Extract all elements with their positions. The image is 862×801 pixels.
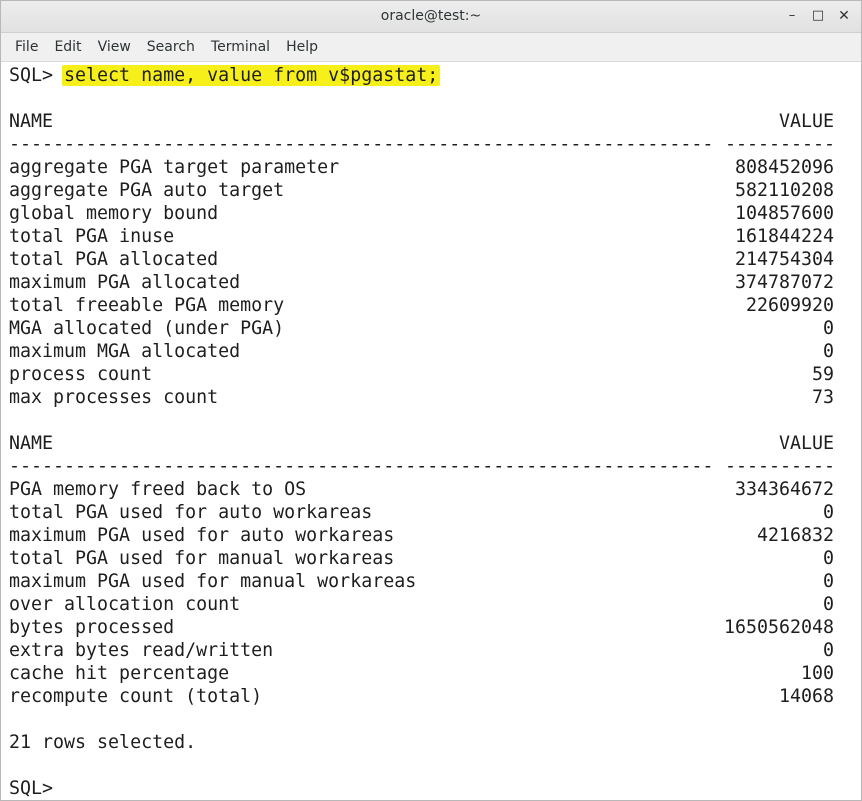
row-value: 0 xyxy=(822,594,834,615)
final-sql-prompt: SQL> xyxy=(9,778,65,799)
command-line: SQL> select name, value from v$pgastat; xyxy=(9,64,441,87)
row-value: 59 xyxy=(811,364,834,385)
header-separator-value: ---------- xyxy=(725,456,834,477)
header-separator-value: ---------- xyxy=(725,134,834,155)
row-value: 582110208 xyxy=(734,180,834,201)
row-value: 73 xyxy=(811,387,834,408)
terminal-output[interactable]: SQL> select name, value from v$pgastat; … xyxy=(1,62,861,800)
maximize-icon[interactable]: □ xyxy=(806,4,830,28)
row-value: 334364672 xyxy=(734,479,834,500)
menu-help[interactable]: Help xyxy=(278,33,326,61)
row-value: 214754304 xyxy=(734,249,834,270)
menu-bar: File Edit View Search Terminal Help xyxy=(1,33,861,62)
row-value: 0 xyxy=(822,318,834,339)
row-value: 4216832 xyxy=(756,525,834,546)
menu-edit[interactable]: Edit xyxy=(46,33,89,61)
column-header-value: VALUE xyxy=(778,111,834,132)
row-value: 161844224 xyxy=(734,226,834,247)
menu-search[interactable]: Search xyxy=(139,33,203,61)
sql-prompt: SQL> xyxy=(9,65,65,86)
menu-view[interactable]: View xyxy=(90,33,139,61)
header-separator-name: ----------------------------------------… xyxy=(9,134,713,155)
row-value: 22609920 xyxy=(745,295,834,316)
row-value: 0 xyxy=(822,502,834,523)
row-value: 1650562048 xyxy=(723,617,834,638)
menu-file[interactable]: File xyxy=(7,33,46,61)
row-value: 104857600 xyxy=(734,203,834,224)
row-value: 808452096 xyxy=(734,157,834,178)
row-value: 0 xyxy=(822,640,834,661)
rows-selected-text: 21 rows selected. xyxy=(9,732,197,753)
column-header-value: VALUE xyxy=(778,433,834,454)
row-value: 14068 xyxy=(778,686,834,707)
menu-terminal[interactable]: Terminal xyxy=(203,33,278,61)
row-value: 0 xyxy=(822,571,834,592)
row-value: 0 xyxy=(822,341,834,362)
row-value: 374787072 xyxy=(734,272,834,293)
close-icon[interactable]: ✕ xyxy=(832,4,856,28)
header-separator-name: ----------------------------------------… xyxy=(9,456,713,477)
row-value: 0 xyxy=(822,548,834,569)
title-bar[interactable]: oracle@test:~ – □ ✕ xyxy=(1,1,861,33)
window-title: oracle@test:~ xyxy=(380,8,482,24)
sql-command: select name, value from v$pgastat; xyxy=(62,65,441,86)
terminal-window: oracle@test:~ – □ ✕ File Edit View Searc… xyxy=(0,0,862,801)
row-value: 100 xyxy=(800,663,834,684)
minimize-icon[interactable]: – xyxy=(780,4,804,28)
